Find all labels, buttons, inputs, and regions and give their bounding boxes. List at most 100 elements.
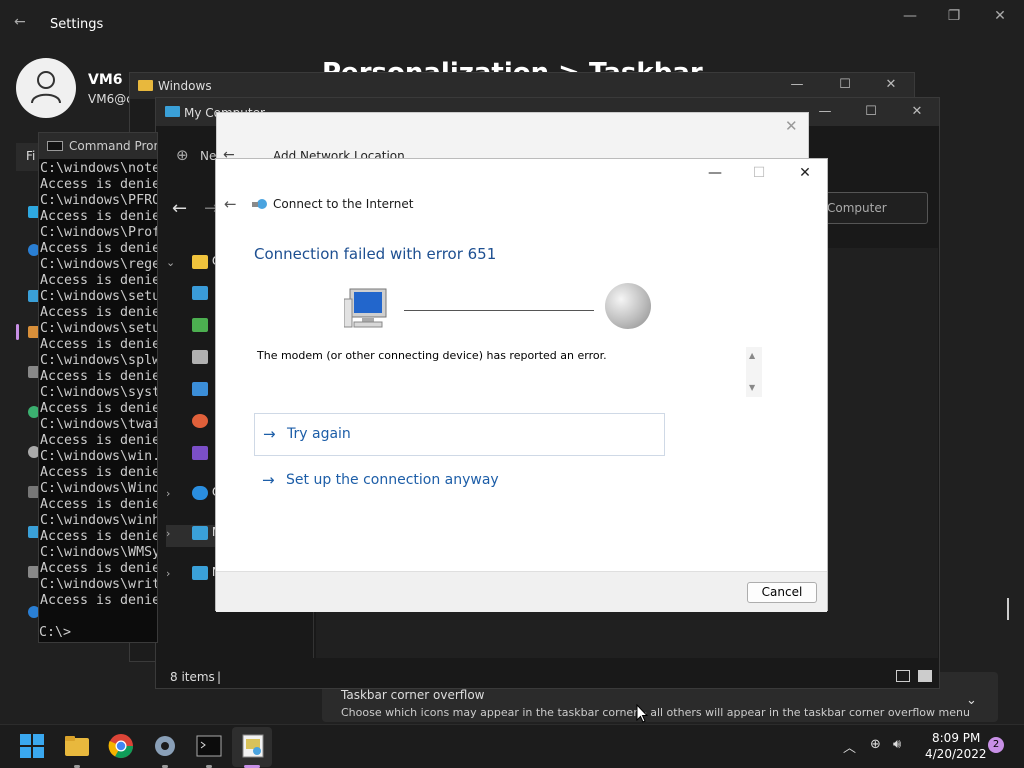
details-view-icon[interactable] xyxy=(896,670,910,682)
start-icon[interactable] xyxy=(20,734,44,758)
console-line: C:\windows\splw xyxy=(40,353,158,368)
pictures-icon xyxy=(192,381,208,396)
taskbar: ︿ ⊕ 🔊︎ 8:09 PM 4/20/2022 2 xyxy=(0,724,1024,768)
connection-line xyxy=(404,310,594,311)
chevron-right-icon: › xyxy=(166,567,171,580)
chevron-right-icon: › xyxy=(166,527,171,540)
console-line: C:\windows\twai xyxy=(40,417,158,432)
settings-title: Settings xyxy=(50,17,104,32)
nav-documents[interactable] xyxy=(166,349,208,371)
setup-anyway-label: Set up the connection anyway xyxy=(286,472,499,488)
nav-downloads[interactable] xyxy=(166,317,208,339)
back-arrow-icon[interactable]: ← xyxy=(172,198,187,219)
console-line: Access is denie xyxy=(40,401,158,416)
console-line: Access is denie xyxy=(40,529,158,544)
mouse-cursor-icon xyxy=(636,704,648,723)
setup-anyway-option[interactable]: → Set up the connection anyway xyxy=(254,469,554,495)
title-bar[interactable]: Command Prompt xyxy=(39,133,157,159)
scroll-down-icon[interactable]: ▼ xyxy=(749,383,755,392)
cancel-button[interactable]: Cancel xyxy=(747,582,817,603)
try-again-option[interactable]: → Try again xyxy=(254,413,665,456)
new-plus-icon[interactable]: ⊕ xyxy=(176,146,189,164)
nav-pictures[interactable] xyxy=(166,381,208,403)
nav-quick-access[interactable]: ⌄ Q xyxy=(166,254,221,276)
chevron-down-icon[interactable]: ⌄ xyxy=(966,693,977,708)
nav-onedrive[interactable]: › O xyxy=(166,485,221,507)
settings-icon[interactable] xyxy=(152,733,178,759)
console-line: Access is denie xyxy=(40,497,158,512)
console-line: Access is denie xyxy=(40,241,158,256)
document-icon xyxy=(192,349,208,364)
restore-icon[interactable]: ❐ xyxy=(940,8,968,24)
connect-dialog: — ☐ ✕ ← Connect to the Internet Connecti… xyxy=(215,158,828,612)
nav-desktop[interactable] xyxy=(166,285,208,307)
network-wizard-icon[interactable] xyxy=(240,733,266,759)
nav-videos[interactable] xyxy=(166,445,208,467)
clock-date[interactable]: 4/20/2022 xyxy=(925,747,987,761)
close-icon[interactable]: ✕ xyxy=(785,117,798,135)
chrome-icon[interactable] xyxy=(108,733,134,759)
close-icon[interactable]: ✕ xyxy=(906,104,928,119)
console-line: C:\windows\setu xyxy=(40,289,158,304)
download-icon xyxy=(192,317,208,332)
maximize-icon[interactable]: ☐ xyxy=(860,104,882,119)
console-line: C:\windows\PFRO xyxy=(40,193,158,208)
console-line: Access is denie xyxy=(40,433,158,448)
back-arrow-icon[interactable]: ← xyxy=(224,195,237,213)
console-line: C:\windows\win. xyxy=(40,449,158,464)
nav-network[interactable]: › N xyxy=(166,565,221,587)
minimize-icon[interactable]: — xyxy=(700,165,730,181)
command-prompt-window: Command Prompt C:\windows\noteAccess is … xyxy=(38,132,158,643)
file-explorer-icon[interactable] xyxy=(64,733,90,759)
chevron-up-icon[interactable]: ︿ xyxy=(843,737,856,756)
arrow-right-icon: → xyxy=(262,471,275,489)
user-email: VM6@c xyxy=(88,92,133,106)
new-button[interactable]: Ne xyxy=(200,149,216,163)
computer-icon xyxy=(192,525,208,540)
status-divider: | xyxy=(217,670,222,684)
terminal-icon[interactable] xyxy=(196,733,222,759)
console-line: C:\windows\syst xyxy=(40,385,158,400)
console-line: C:\windows\note xyxy=(40,161,158,176)
console-line: Access is denie xyxy=(40,561,158,576)
close-icon[interactable]: ✕ xyxy=(790,165,820,181)
overflow-description: Choose which icons may appear in the tas… xyxy=(341,706,970,719)
nav-music[interactable] xyxy=(166,413,208,435)
music-icon xyxy=(192,413,208,428)
minimize-icon[interactable]: — xyxy=(896,8,924,24)
clock-time[interactable]: 8:09 PM xyxy=(932,731,980,745)
console-prompt[interactable]: C:\> xyxy=(39,625,71,640)
network-icon xyxy=(192,565,208,580)
chevron-right-icon: › xyxy=(166,487,171,500)
console-line: Access is denie xyxy=(40,273,158,288)
console-line: C:\windows\WMSy xyxy=(40,545,158,560)
chevron-down-icon: ⌄ xyxy=(166,256,176,269)
close-icon[interactable]: ✕ xyxy=(880,77,902,92)
back-arrow-icon[interactable]: ← xyxy=(14,14,26,30)
dialog-title: Connect to the Internet xyxy=(273,197,414,211)
maximize-icon[interactable]: ☐ xyxy=(834,77,856,92)
overflow-title: Taskbar corner overflow xyxy=(341,688,485,702)
title-bar[interactable]: Windows — ☐ ✕ xyxy=(130,73,914,99)
window-title: Windows xyxy=(158,79,212,93)
notification-badge[interactable]: 2 xyxy=(988,737,1004,753)
language-globe-icon[interactable]: ⊕ xyxy=(870,737,881,752)
search-input[interactable]: Computer xyxy=(818,192,928,224)
computer-icon xyxy=(344,288,387,328)
error-heading: Connection failed with error 651 xyxy=(254,245,497,263)
settings-search-tab[interactable]: Fi xyxy=(16,143,40,171)
minimize-icon[interactable]: — xyxy=(814,104,836,119)
maximize-icon: ☐ xyxy=(752,165,766,181)
network-globe-icon xyxy=(252,199,267,209)
close-icon[interactable]: ✕ xyxy=(986,8,1014,24)
minimize-icon[interactable]: — xyxy=(786,77,808,92)
volume-icon[interactable]: 🔊︎ xyxy=(893,737,901,752)
avatar[interactable] xyxy=(16,58,76,118)
large-icons-view-icon[interactable] xyxy=(918,670,932,682)
computer-icon xyxy=(165,106,180,117)
console-line: Access is denie xyxy=(40,177,158,192)
scrollbar[interactable] xyxy=(1007,598,1009,620)
star-icon xyxy=(192,254,208,269)
scroll-up-icon[interactable]: ▲ xyxy=(749,351,755,360)
active-indicator xyxy=(16,324,19,340)
